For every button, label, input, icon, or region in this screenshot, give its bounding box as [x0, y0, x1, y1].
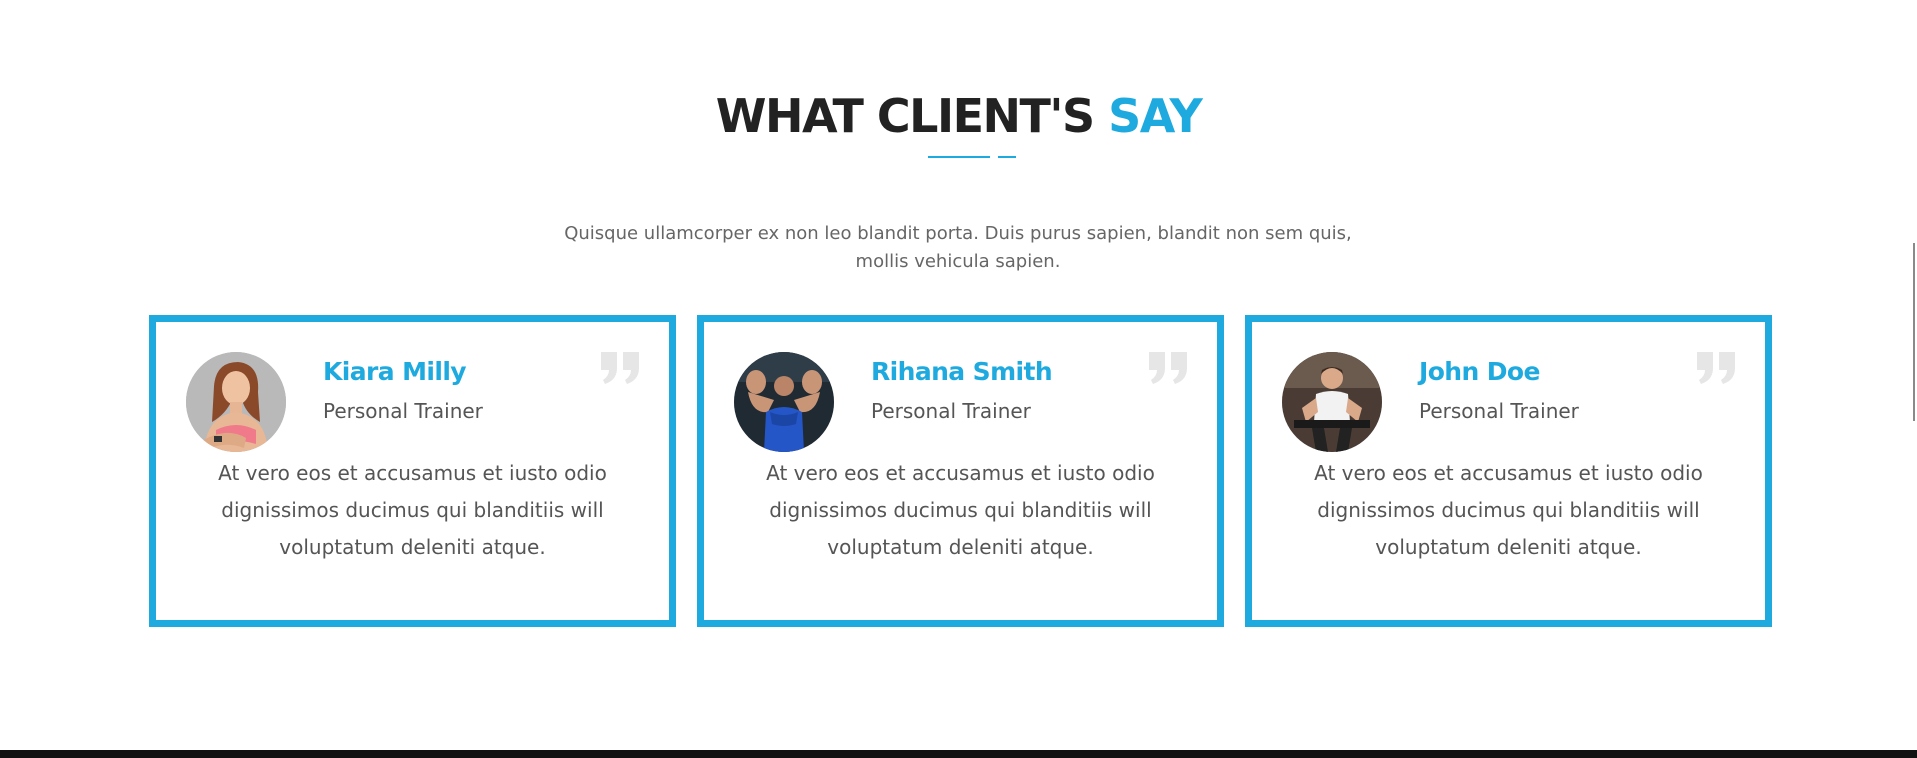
avatar: [734, 352, 834, 452]
section-title-main: WHAT CLIENT'S: [715, 89, 1095, 143]
testimonial-text: At vero eos et accusamus et iusto odio d…: [1314, 461, 1703, 559]
client-name: Rihana Smith: [871, 357, 1053, 386]
avatar: [186, 352, 286, 452]
next-section-strip: [0, 750, 1917, 758]
section-title: WHAT CLIENT'S SAY: [0, 88, 1917, 144]
page-scrollbar[interactable]: [1913, 243, 1915, 421]
client-name: John Doe: [1419, 357, 1540, 386]
cyclist-man-photo-icon: [1282, 352, 1382, 452]
client-role: Personal Trainer: [871, 399, 1031, 423]
quote-icon: [1697, 352, 1735, 384]
client-role: Personal Trainer: [1419, 399, 1579, 423]
avatar: [1282, 352, 1382, 452]
testimonial-text: At vero eos et accusamus et iusto odio d…: [218, 461, 607, 559]
title-underline-dash: [998, 156, 1016, 158]
woman-athlete-photo-icon: [186, 352, 286, 452]
testimonials-section: WHAT CLIENT'S SAY Quisque ullamcorper ex…: [0, 0, 1917, 750]
testimonial-card: John Doe Personal Trainer At vero eos et…: [1245, 315, 1772, 627]
testimonial-card: Rihana Smith Personal Trainer At vero eo…: [697, 315, 1224, 627]
testimonial-text: At vero eos et accusamus et iusto odio d…: [766, 461, 1155, 559]
title-underline: [928, 156, 990, 158]
bodybuilder-photo-icon: [734, 352, 834, 452]
client-role: Personal Trainer: [323, 399, 483, 423]
section-intro: Quisque ullamcorper ex non leo blandit p…: [564, 223, 1352, 272]
client-name: Kiara Milly: [323, 357, 467, 386]
quote-icon: [1149, 352, 1187, 384]
quote-icon: [601, 352, 639, 384]
testimonial-card: Kiara Milly Personal Trainer At vero eos…: [149, 315, 676, 627]
section-title-accent: SAY: [1108, 89, 1203, 143]
